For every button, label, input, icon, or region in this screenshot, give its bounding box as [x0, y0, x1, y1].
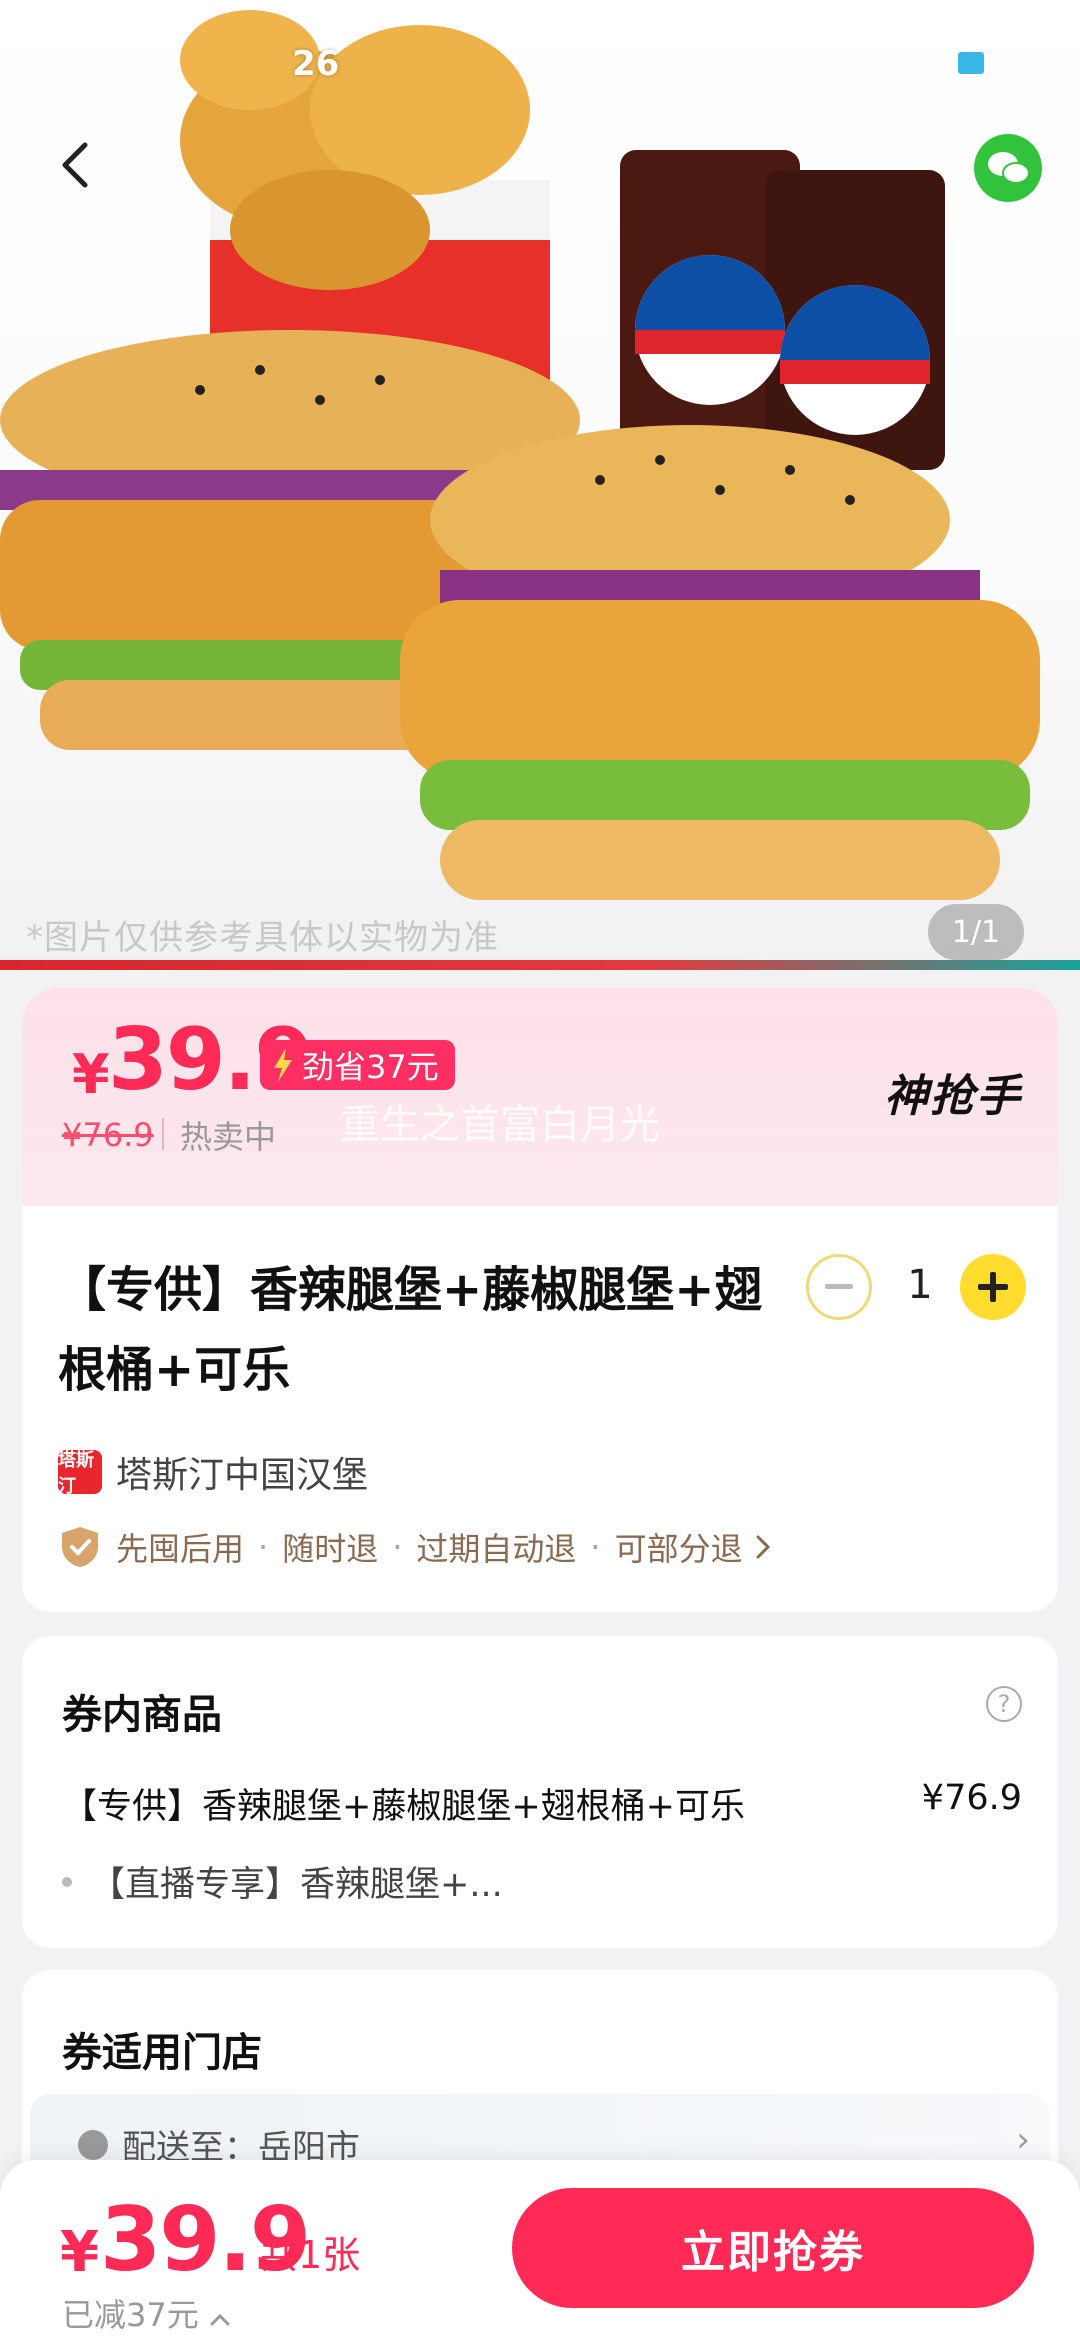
- live-overlay-text: 重生之首富白月光: [340, 1102, 660, 1148]
- discount-text: 已减37元: [62, 2296, 199, 2334]
- wechat-icon: [988, 152, 1030, 184]
- guarantee-item: 随时退: [282, 1530, 379, 1568]
- shield-check-icon: [62, 1527, 98, 1567]
- voucher-item-row: 【专供】香辣腿堡+藤椒腿堡+翅根桶+可乐 ¥76.9: [62, 1778, 1022, 1829]
- guarantee-item: 可部分退: [614, 1530, 743, 1568]
- voucher-item-name: 【专供】香辣腿堡+藤椒腿堡+翅根桶+可乐: [62, 1787, 745, 1827]
- savings-badge: 劲省37元: [260, 1040, 455, 1090]
- image-disclaimer: *图片仅供参考具体以实物为准: [26, 918, 499, 958]
- guarantee-item: 过期自动退: [416, 1530, 577, 1568]
- voucher-items-card: 券内商品 ? 【专供】香辣腿堡+藤椒腿堡+翅根桶+可乐 ¥76.9 【直播专享】…: [22, 1636, 1058, 1948]
- brand-logo: 神抢手: [884, 1071, 1022, 1122]
- price-currency: ¥: [72, 1043, 110, 1106]
- voucher-sub-item: 【直播专享】香辣腿堡+...: [62, 1856, 503, 1907]
- dot-separator: ·: [392, 1528, 403, 1566]
- discount-detail-toggle[interactable]: 已减37元: [62, 2290, 231, 2336]
- total-currency: ¥: [60, 2220, 99, 2285]
- battery-icon: [958, 52, 984, 74]
- original-price: ¥76.9: [62, 1116, 154, 1154]
- store-logo: 塔斯汀: [58, 1450, 102, 1497]
- chevron-up-icon: [210, 2313, 230, 2326]
- plus-icon: [978, 1272, 1008, 1302]
- checkout-bar: ¥ 39.9 共1张 已减37元 立即抢券: [0, 2160, 1080, 2340]
- quantity-decrease-button[interactable]: [806, 1254, 872, 1320]
- guarantee-item: 先囤后用: [116, 1530, 245, 1568]
- wechat-share-button[interactable]: [974, 134, 1042, 202]
- bullet: [62, 1876, 72, 1887]
- savings-text: 劲省37元: [302, 1048, 439, 1086]
- chevron-right-icon: [756, 1535, 770, 1559]
- divider: [162, 1118, 164, 1150]
- dot-separator: ·: [590, 1528, 601, 1566]
- voucher-items-title: 券内商品: [62, 1692, 222, 1738]
- lightning-icon: [274, 1048, 292, 1082]
- grab-voucher-button[interactable]: 立即抢券: [512, 2188, 1034, 2308]
- price-panel: ¥ 39.9 劲省37元 ¥76.9 热卖中 重生之首富白月光 神抢手: [22, 988, 1058, 1208]
- back-button[interactable]: [40, 130, 110, 200]
- minus-icon: [825, 1284, 853, 1289]
- store-name: 塔斯汀中国汉堡: [116, 1455, 369, 1496]
- hero-banner-strip: [0, 960, 1080, 970]
- dot-separator: ·: [258, 1528, 269, 1566]
- product-photo: [0, 10, 1040, 900]
- product-title: 【专供】香辣腿堡+藤椒腿堡+翅根桶+可乐: [58, 1262, 763, 1398]
- status-time: 26: [292, 44, 340, 84]
- chevron-right-icon: ›: [1016, 2120, 1030, 2160]
- product-info-card: 【专供】香辣腿堡+藤椒腿堡+翅根桶+可乐 1 塔斯汀 塔斯汀中国汉堡 先囤后用 …: [22, 1206, 1058, 1612]
- quantity-increase-button[interactable]: [960, 1254, 1026, 1320]
- product-image-carousel[interactable]: 26 *图片仅供参考具体以实物为准 1/1: [0, 0, 1080, 970]
- help-icon[interactable]: ?: [986, 1686, 1022, 1722]
- image-counter: 1/1: [928, 904, 1024, 960]
- stores-title: 券适用门店: [62, 2030, 262, 2076]
- chevron-left-icon: [62, 142, 88, 188]
- quantity-value: 1: [907, 1262, 933, 1308]
- service-guarantees[interactable]: 先囤后用 · 随时退 · 过期自动退 · 可部分退: [58, 1524, 773, 1570]
- store-link[interactable]: 塔斯汀 塔斯汀中国汉堡: [58, 1446, 368, 1498]
- voucher-count: 共1张: [260, 2233, 361, 2277]
- location-pin-icon: [78, 2129, 108, 2160]
- voucher-item-price: ¥76.9: [921, 1778, 1022, 1818]
- voucher-sub-item-text: 【直播专享】香辣腿堡+...: [90, 1865, 503, 1905]
- hot-selling-label: 热卖中: [180, 1118, 277, 1156]
